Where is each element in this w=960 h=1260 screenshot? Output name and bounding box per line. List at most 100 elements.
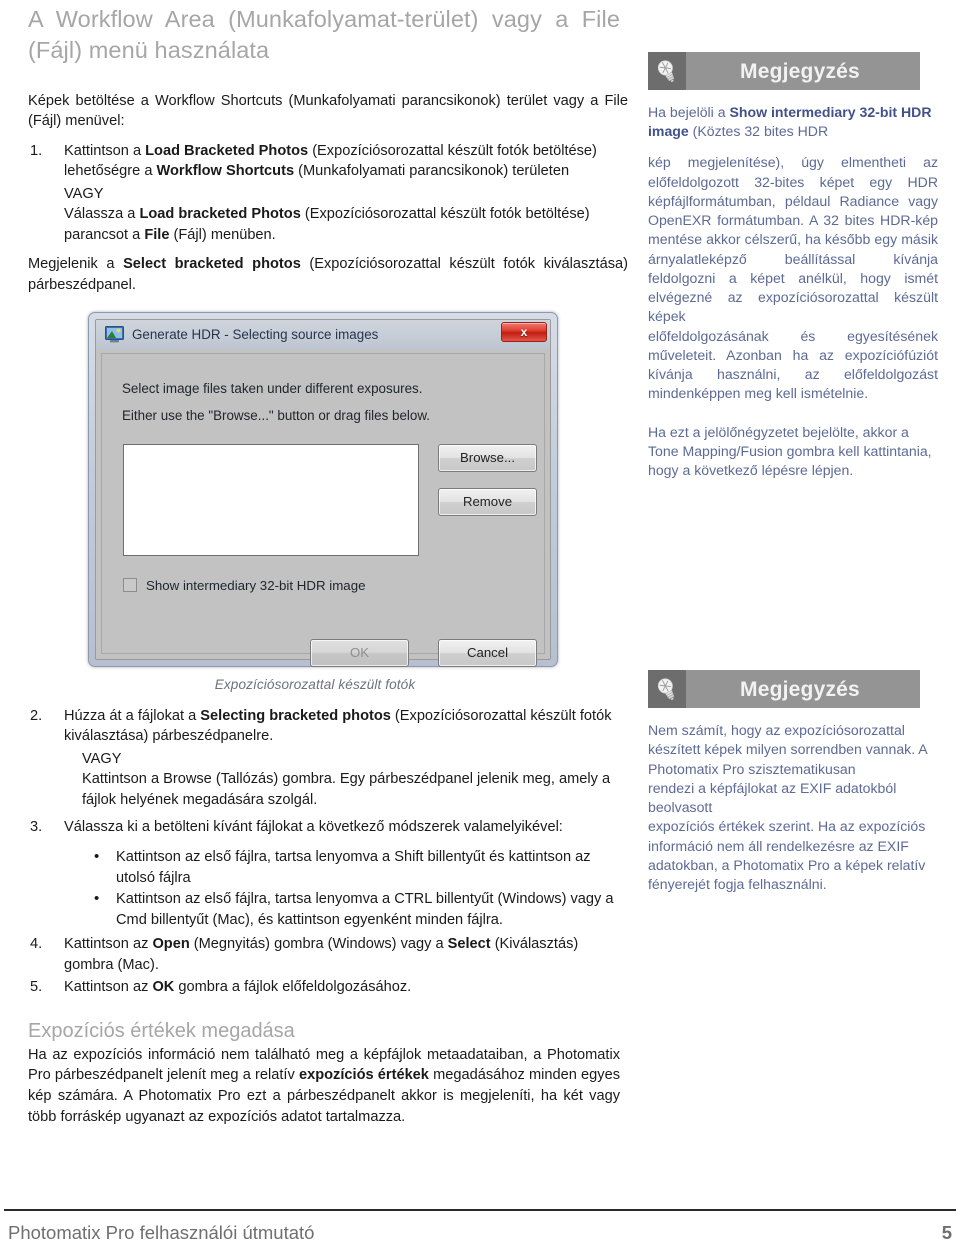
- note-2-paragraph-3: expozíciós értékek szerint. Ha az expozí…: [648, 818, 926, 893]
- note-2-paragraph-2: rendezi a képfájlokat az EXIF adatokból …: [648, 779, 897, 816]
- note-2-body: Nem számít, hogy az expozíciósorozattal …: [648, 721, 938, 894]
- step-2-alternative-row: Kattintson a Browse (Tallózás) gombra. E…: [28, 769, 628, 810]
- step-1-text: Kattintson a Load Bracketed Photos (Expo…: [64, 143, 597, 180]
- note-1-title: Megjegyzés: [740, 59, 860, 83]
- browse-label: Browse...: [460, 450, 515, 466]
- step-1-alt-run-3: (Fájl) menüben.: [169, 226, 276, 243]
- step-1-run-1: Kattintson a: [64, 142, 146, 159]
- step-3-bullets: • Kattintson az első fájlra, tartsa leny…: [64, 847, 628, 930]
- list-item: 4. Kattintson az Open (Megnyitás) gombra…: [28, 934, 628, 975]
- remove-label: Remove: [462, 494, 513, 510]
- dialog-titlebar[interactable]: Generate HDR - Selecting source images x: [96, 319, 550, 350]
- step-number: 1.: [30, 142, 43, 159]
- page-title: A Workflow Area (Munkafolyamat-terület) …: [28, 6, 620, 64]
- note-2-title: Megjegyzés: [740, 677, 860, 701]
- section-heading: Expozíciós értékek megadása: [28, 1019, 295, 1042]
- list-item: 2. Húzza át a fájlokat a Selecting brack…: [28, 706, 628, 747]
- step-2-or-label-row: VAGY: [28, 749, 628, 770]
- note-1-paragraph-2: kép megjelenítése), úgy elmentheti az el…: [648, 154, 938, 325]
- step-3-bullet-2: Kattintson az első fájlra, tartsa lenyom…: [116, 891, 614, 928]
- step-4-run-2: (Megnyitás) gombra (Windows) vagy a: [189, 936, 448, 953]
- note-1-p1-run-1: Ha bejelöli a: [648, 104, 730, 120]
- step-1-alt-bold-2: File: [144, 226, 170, 243]
- step-4-bold-2: Select: [447, 936, 491, 953]
- steps-list-part1: 1. Kattintson a Load Bracketed Photos (E…: [28, 141, 628, 182]
- dialog-instruction-line-2: Either use the "Browse..." button or dra…: [122, 407, 430, 423]
- intro-paragraph: Képek betöltése a Workflow Shortcuts (Mu…: [28, 92, 628, 130]
- checkbox-box[interactable]: [123, 578, 137, 593]
- step-1-result-run-1: Megjelenik a: [28, 256, 124, 273]
- footer-page-number: 5: [941, 1222, 952, 1243]
- step-4-bold-1: Open: [152, 936, 190, 953]
- step-number: 5.: [30, 979, 43, 996]
- note-2-header: Megjegyzés: [648, 670, 920, 709]
- dialog-title: Generate HDR - Selecting source images: [132, 327, 379, 343]
- step-1-alt-bold-1: Load bracketed Photos: [139, 206, 301, 223]
- step-number: 3.: [30, 819, 43, 836]
- step-5-run-2: gombra a fájlok előfeldolgozásához.: [174, 979, 412, 996]
- main-content-column: A Workflow Area (Munkafolyamat-terület) …: [28, 4, 628, 1136]
- step-1-alt-run-1: Válassza a: [64, 206, 140, 223]
- remove-button[interactable]: Remove: [438, 487, 537, 516]
- page-footer: Photomatix Pro felhasználói útmutató 5: [8, 1222, 952, 1244]
- dialog-client-area: Select image files taken under different…: [101, 352, 545, 667]
- note-1-p1-run-2: (Köztes 32 bites HDR: [688, 123, 829, 140]
- note-box-1: Megjegyzés Ha bejelöli a Show intermedia…: [648, 52, 940, 480]
- section-paragraph: Ha az expozíciós információ nem találhat…: [28, 1045, 620, 1127]
- note-1-paragraph-4: Ha ezt a jelölőnégyzetet bejelölte, akko…: [648, 423, 932, 478]
- step-2-alternative: Kattintson a Browse (Tallózás) gombra. E…: [82, 771, 611, 808]
- dialog-window-frame: Generate HDR - Selecting source images x…: [88, 311, 558, 667]
- close-label: x: [520, 324, 528, 339]
- browse-button[interactable]: Browse...: [438, 443, 537, 472]
- step-number: 4.: [30, 936, 43, 953]
- step-1-run-3: (Munkafolyamati parancsikonok) területen: [294, 163, 570, 180]
- step-2-bold-1: Selecting bracketed photos: [200, 707, 391, 724]
- list-item: • Kattintson az első fájlra, tartsa leny…: [64, 889, 628, 930]
- cancel-button[interactable]: Cancel: [438, 638, 537, 667]
- notes-column: Megjegyzés Ha bejelöli a Show intermedia…: [648, 52, 940, 904]
- hdr-app-icon: [105, 326, 124, 343]
- source-images-listbox[interactable]: [123, 443, 419, 556]
- cancel-label: Cancel: [466, 645, 509, 661]
- list-item: 3. Válassza ki a betölteni kívánt fájlok…: [28, 817, 628, 930]
- bullet-icon: •: [94, 890, 100, 908]
- show-intermediary-checkbox[interactable]: Show intermediary 32-bit HDR image: [123, 578, 365, 593]
- footer-divider: [4, 1209, 956, 1211]
- lightbulb-icon: [648, 670, 686, 709]
- note-2-paragraph-1: Nem számít, hogy az expozíciósorozattal …: [648, 722, 927, 777]
- dialog-screenshot: Generate HDR - Selecting source images x…: [88, 311, 558, 667]
- lightbulb-icon: [648, 52, 686, 90]
- step-4-text: Kattintson az Open (Megnyitás) gombra (W…: [64, 936, 578, 973]
- step-2-text: Húzza át a fájlokat a Selecting brackete…: [64, 708, 612, 745]
- note-box-2: Megjegyzés Nem számít, hogy az expozíció…: [648, 670, 940, 894]
- bullet-icon: •: [94, 847, 100, 865]
- step-5-text: Kattintson az OK gombra a fájlok előfeld…: [64, 979, 411, 995]
- step-2-run-1: Húzza át a fájlokat a: [64, 707, 201, 724]
- step-1-alternative: Válassza a Load bracketed Photos (Expozí…: [64, 204, 628, 245]
- list-item: 5. Kattintson az OK gombra a fájlok előf…: [28, 977, 628, 998]
- note-1-header: Megjegyzés: [648, 52, 920, 90]
- figure-caption: Expozíciósorozattal készült fotók: [214, 676, 416, 692]
- steps-list-part2: 2. Húzza át a fájlokat a Selecting brack…: [28, 706, 628, 998]
- list-item: • Kattintson az első fájlra, tartsa leny…: [64, 847, 628, 888]
- step-1-bold-1: Load Bracketed Photos: [145, 142, 309, 159]
- step-5-run-1: Kattintson az: [64, 979, 153, 996]
- step-3-bullet-1: Kattintson az első fájlra, tartsa lenyom…: [116, 848, 591, 886]
- step-3-text: Válassza ki a betölteni kívánt fájlokat …: [64, 819, 563, 836]
- step-2-or-label: VAGY: [82, 750, 122, 767]
- close-icon[interactable]: x: [501, 321, 547, 342]
- dialog-window: Generate HDR - Selecting source images x…: [95, 318, 551, 667]
- step-1-bold-2: Workflow Shortcuts: [156, 163, 295, 180]
- dialog-instruction-line-1: Select image files taken under different…: [122, 380, 423, 396]
- step-1-or-label: VAGY: [64, 185, 104, 202]
- list-item: 1. Kattintson a Load Bracketed Photos (E…: [28, 141, 628, 182]
- document-page: A Workflow Area (Munkafolyamat-terület) …: [0, 0, 960, 1260]
- section-bold: expozíciós értékek: [298, 1067, 429, 1084]
- note-1-body: Ha bejelöli a Show intermediary 32-bit H…: [648, 103, 938, 480]
- step-1-result-bold: Select bracketed photos: [123, 256, 301, 273]
- ok-button[interactable]: OK: [310, 638, 409, 667]
- note-1-paragraph-3: előfeldolgozásának és egyesítésének műve…: [648, 327, 938, 402]
- footer-title: Photomatix Pro felhasználói útmutató: [8, 1222, 315, 1243]
- step-4-run-1: Kattintson az: [64, 936, 153, 953]
- step-5-bold-1: OK: [152, 979, 175, 996]
